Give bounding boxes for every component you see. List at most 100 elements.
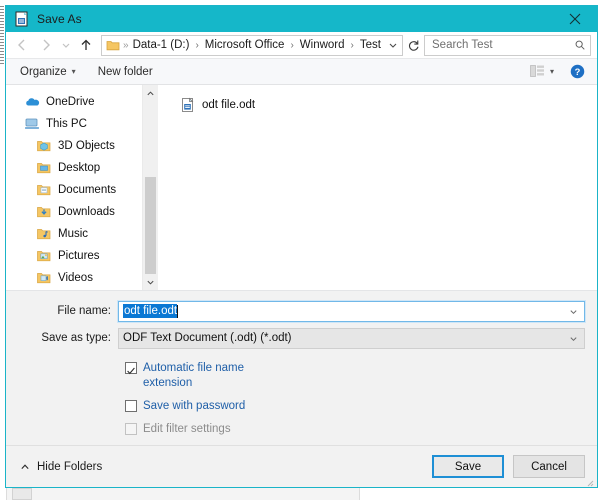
option-label-line2: extension xyxy=(143,377,193,389)
folder-videos-icon xyxy=(36,270,52,286)
file-name-dropdown-button[interactable] xyxy=(566,302,580,321)
breadcrumb-item-1[interactable]: Microsoft Office xyxy=(204,39,286,51)
sidebar-item-label: This PC xyxy=(46,118,87,130)
folder-documents-icon xyxy=(36,182,52,198)
arrow-left-icon xyxy=(18,39,25,51)
sidebar-item-pictures[interactable]: Pictures xyxy=(6,245,158,267)
dialog-footer: Hide Folders Save Cancel xyxy=(6,445,597,487)
breadcrumb-separator: › xyxy=(195,39,199,51)
hide-folders-label: Hide Folders xyxy=(37,460,103,473)
new-folder-label: New folder xyxy=(97,65,153,78)
breadcrumb-first-separator: » xyxy=(123,39,129,51)
sidebar-item-desktop[interactable]: Desktop xyxy=(6,157,158,179)
command-toolbar: Organize ▾ New folder ▾ ? xyxy=(6,58,597,85)
save-as-dialog: Save As » Data-1 (D:) › Microsoft Office… xyxy=(5,5,598,488)
hide-folders-button[interactable]: Hide Folders xyxy=(20,461,102,473)
save-with-password-label: Save with password xyxy=(143,400,246,412)
chevron-up-icon xyxy=(20,462,30,472)
folder-pictures-icon xyxy=(36,248,52,264)
save-as-dialog-screen: Save As » Data-1 (D:) › Microsoft Office… xyxy=(0,0,604,500)
save-with-password-option[interactable]: Save with password xyxy=(125,399,597,414)
automatic-file-name-extension-checkbox[interactable] xyxy=(125,362,137,375)
address-dropdown-button[interactable] xyxy=(384,36,402,55)
svg-text:?: ? xyxy=(575,67,581,77)
scroll-down-button[interactable] xyxy=(143,274,158,290)
folder-desktop-icon xyxy=(36,160,52,176)
cancel-button[interactable]: Cancel xyxy=(513,455,585,478)
sidebar-item-os-c[interactable]: OS (C:) xyxy=(6,289,158,290)
organize-button[interactable]: Organize ▾ xyxy=(20,66,76,78)
recent-locations-button[interactable] xyxy=(58,34,74,56)
organize-label: Organize xyxy=(20,65,67,78)
breadcrumb-separator: › xyxy=(290,39,294,51)
automatic-file-name-extension-label: Automatic file name extension xyxy=(143,361,244,391)
file-name-label: odt file.odt xyxy=(202,99,256,111)
text-cursor xyxy=(177,304,179,318)
edit-filter-settings-checkbox xyxy=(125,423,137,435)
browser-body: OneDrive This PC 3D Objects Desktop Docu… xyxy=(6,85,597,291)
folder-downloads-icon xyxy=(36,204,52,220)
back-button[interactable] xyxy=(10,34,34,56)
sidebar-item-music[interactable]: Music xyxy=(6,223,158,245)
search-box[interactable]: Search Test xyxy=(424,34,591,56)
change-view-button[interactable]: ▾ xyxy=(530,65,554,78)
sidebar-item-3d-objects[interactable]: 3D Objects xyxy=(6,135,158,157)
file-name-label: File name: xyxy=(57,305,111,317)
address-bar[interactable]: » Data-1 (D:) › Microsoft Office › Winwo… xyxy=(101,34,403,56)
arrow-right-icon xyxy=(43,39,50,51)
list-item[interactable]: odt file.odt xyxy=(180,95,597,115)
chevron-down-icon: ▾ xyxy=(549,66,554,76)
breadcrumb-item-3[interactable]: Test xyxy=(359,39,382,51)
file-list[interactable]: odt file.odt xyxy=(158,85,597,290)
breadcrumb-separator: › xyxy=(350,39,354,51)
scrollbar-thumb[interactable] xyxy=(145,177,156,282)
folder-3d-objects-icon xyxy=(36,138,52,154)
chevron-down-icon xyxy=(569,309,577,314)
sidebar-item-label: Music xyxy=(58,228,89,240)
save-as-type-dropdown-button[interactable] xyxy=(566,329,580,348)
breadcrumb-item-2[interactable]: Winword xyxy=(299,39,346,51)
scroll-up-button[interactable] xyxy=(143,85,158,101)
chevron-down-icon: ▾ xyxy=(71,66,76,76)
sidebar-item-label: Videos xyxy=(58,272,93,284)
search-input[interactable]: Search Test xyxy=(432,39,570,51)
edit-filter-settings-label: Edit filter settings xyxy=(143,423,231,435)
save-button[interactable]: Save xyxy=(432,455,504,478)
options-checkbox-group: Automatic file name extension Save with … xyxy=(6,354,597,437)
file-name-value: odt file.odt xyxy=(123,304,178,318)
option-label-line1: Automatic file name xyxy=(143,362,244,374)
refresh-button[interactable] xyxy=(403,35,423,56)
breadcrumb: Data-1 (D:) › Microsoft Office › Winword… xyxy=(132,39,384,51)
new-folder-button[interactable]: New folder xyxy=(98,66,153,78)
close-button[interactable] xyxy=(553,6,597,32)
file-name-row: File name: odt file.odt xyxy=(6,299,597,323)
sidebar-item-label: Documents xyxy=(58,184,117,196)
forward-button[interactable] xyxy=(34,34,58,56)
sidebar-item-this-pc[interactable]: This PC xyxy=(6,113,158,135)
save-with-password-checkbox[interactable] xyxy=(125,400,137,412)
chevron-down-icon xyxy=(62,43,70,48)
sidebar-item-onedrive[interactable]: OneDrive xyxy=(6,91,158,113)
resize-grip[interactable] xyxy=(584,474,594,487)
background-window-tab xyxy=(12,488,32,500)
file-name-input[interactable]: odt file.odt xyxy=(117,299,586,323)
title-bar: Save As xyxy=(6,6,597,32)
folder-icon xyxy=(106,39,120,52)
help-button[interactable]: ? xyxy=(570,64,585,79)
help-icon: ? xyxy=(570,64,585,79)
sidebar-item-documents[interactable]: Documents xyxy=(6,179,158,201)
chevron-up-icon xyxy=(147,90,154,95)
folder-music-icon xyxy=(36,226,52,242)
sidebar-scrollbar[interactable] xyxy=(142,85,158,290)
automatic-file-name-extension-option[interactable]: Automatic file name extension xyxy=(125,361,597,391)
sidebar-item-downloads[interactable]: Downloads xyxy=(6,201,158,223)
save-as-type-row: Save as type: ODF Text Document (.odt) (… xyxy=(6,327,597,349)
save-as-type-select[interactable]: ODF Text Document (.odt) (*.odt) xyxy=(118,327,585,349)
sidebar-item-label: Downloads xyxy=(58,206,115,218)
refresh-icon xyxy=(408,39,419,51)
up-button[interactable] xyxy=(74,34,98,56)
sidebar-item-videos[interactable]: Videos xyxy=(6,267,158,289)
chevron-down-icon xyxy=(569,336,577,341)
breadcrumb-item-0[interactable]: Data-1 (D:) xyxy=(132,39,191,51)
sidebar-item-label: Desktop xyxy=(58,162,101,174)
